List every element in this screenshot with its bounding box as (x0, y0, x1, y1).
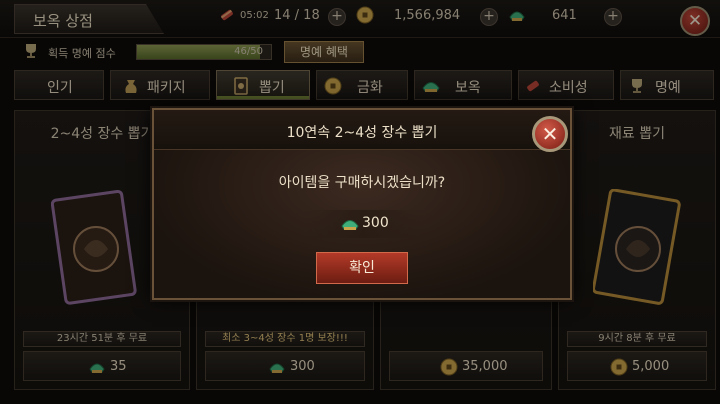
dialog-close-button[interactable]: ✕ (532, 116, 568, 152)
close-icon: ✕ (541, 122, 559, 146)
dialog-message: 아이템을 구매하시겠습니까? (278, 175, 446, 191)
dialog-cost-value: 300 (362, 215, 389, 231)
purchase-confirm-dialog: 10연속 2~4성 장수 뽑기 ✕ 아이템을 구매하시겠습니까? 300 확인 (152, 108, 572, 300)
confirm-button[interactable]: 확인 (316, 252, 408, 284)
gem-icon (341, 220, 359, 230)
dialog-header: 10연속 2~4성 장수 뽑기 (154, 110, 570, 150)
dialog-cost: 300 (304, 210, 424, 238)
dialog-title: 10연속 2~4성 장수 뽑기 (286, 125, 438, 141)
